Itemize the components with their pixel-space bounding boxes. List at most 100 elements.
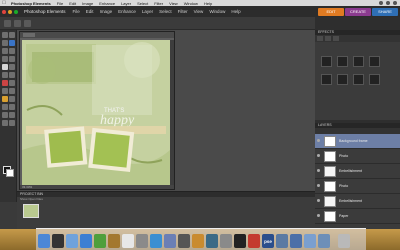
layer-row[interactable]: Paper bbox=[315, 209, 400, 224]
app-menu-item[interactable]: Enhance bbox=[115, 9, 139, 14]
effect-thumbnail[interactable] bbox=[353, 56, 364, 67]
app-menu-item[interactable]: Edit bbox=[83, 9, 97, 14]
pencil-tool-icon[interactable] bbox=[2, 96, 8, 102]
app-menu-item[interactable]: Layer bbox=[139, 9, 156, 14]
itunes-icon[interactable] bbox=[150, 234, 162, 248]
mac-menu-item[interactable]: File bbox=[54, 1, 66, 6]
effect-thumbnail[interactable] bbox=[337, 74, 348, 85]
layer-row[interactable]: Photo bbox=[315, 179, 400, 194]
visibility-eye-icon[interactable] bbox=[317, 199, 320, 202]
garageband-icon[interactable] bbox=[192, 234, 204, 248]
ichat-icon[interactable] bbox=[94, 234, 106, 248]
zoom-button[interactable] bbox=[14, 9, 18, 14]
background-color-swatch[interactable] bbox=[6, 169, 14, 177]
mode-tab-create[interactable]: CREATE bbox=[345, 7, 371, 16]
quick-selection-tool-icon[interactable] bbox=[9, 56, 15, 62]
app-menu-item[interactable]: Image bbox=[97, 9, 116, 14]
type-tool-icon[interactable] bbox=[2, 64, 8, 70]
mac-menu-item[interactable]: View bbox=[166, 1, 181, 6]
visibility-eye-icon[interactable] bbox=[317, 154, 320, 157]
safari-icon[interactable] bbox=[80, 234, 92, 248]
blur-tool-icon[interactable] bbox=[2, 120, 8, 126]
mac-menu-item[interactable]: Photoshop Elements bbox=[8, 1, 54, 6]
mac-menu-item[interactable]: Image bbox=[79, 1, 96, 6]
photo-effects-category-icon[interactable] bbox=[333, 36, 339, 41]
eraser-tool-icon[interactable] bbox=[9, 88, 15, 94]
document-tab[interactable] bbox=[23, 33, 35, 37]
effect-thumbnail[interactable] bbox=[369, 74, 380, 85]
folder-icon[interactable] bbox=[304, 234, 316, 248]
visibility-eye-icon[interactable] bbox=[317, 139, 320, 142]
visibility-eye-icon[interactable] bbox=[317, 169, 320, 172]
downloads-icon[interactable] bbox=[318, 234, 330, 248]
clone-stamp-tool-icon[interactable] bbox=[2, 88, 8, 94]
vertical-scrollbar[interactable] bbox=[170, 40, 174, 186]
red-eye-tool-icon[interactable] bbox=[2, 80, 8, 86]
move-tool-icon[interactable] bbox=[2, 32, 8, 38]
brush-tool-icon[interactable] bbox=[9, 96, 15, 102]
app-blue-icon[interactable] bbox=[290, 234, 302, 248]
photoshop-elements-icon[interactable]: pse bbox=[262, 234, 274, 248]
filters-category-icon[interactable] bbox=[317, 36, 323, 41]
effect-thumbnail[interactable] bbox=[321, 56, 332, 67]
app-menu-item[interactable]: Select bbox=[156, 9, 175, 14]
tool-option-icon[interactable] bbox=[14, 20, 21, 27]
terminal-icon[interactable] bbox=[234, 234, 246, 248]
mac-menu-item[interactable]: Edit bbox=[66, 1, 79, 6]
document-canvas[interactable]: THAT'S happy bbox=[22, 40, 170, 186]
spotlight-icon[interactable] bbox=[393, 1, 397, 5]
time-machine-icon[interactable] bbox=[206, 234, 218, 248]
system-preferences-icon[interactable] bbox=[220, 234, 232, 248]
effect-thumbnail[interactable] bbox=[369, 56, 380, 67]
open-file-thumbnail[interactable] bbox=[23, 204, 39, 218]
preview-icon[interactable] bbox=[136, 234, 148, 248]
finder-icon[interactable] bbox=[38, 234, 50, 248]
layer-row[interactable]: Embellishment bbox=[315, 194, 400, 209]
mac-menu-item[interactable]: Layer bbox=[118, 1, 134, 6]
sponge-tool-icon[interactable] bbox=[9, 120, 15, 126]
visibility-eye-icon[interactable] bbox=[317, 214, 320, 217]
eyedropper-tool-icon[interactable] bbox=[9, 40, 15, 46]
crop-tool-icon[interactable] bbox=[9, 64, 15, 70]
layer-row[interactable]: Photo bbox=[315, 149, 400, 164]
ical-icon[interactable] bbox=[122, 234, 134, 248]
app-menu-item[interactable]: Help bbox=[228, 9, 243, 14]
paint-bucket-tool-icon[interactable] bbox=[9, 104, 15, 110]
dashboard-icon[interactable] bbox=[52, 234, 64, 248]
preview-2-icon[interactable] bbox=[276, 234, 288, 248]
layer-styles-category-icon[interactable] bbox=[325, 36, 331, 41]
tool-option-icon[interactable] bbox=[24, 20, 31, 27]
app-menu-item[interactable]: Filter bbox=[175, 9, 191, 14]
app-menu-item[interactable]: View bbox=[191, 9, 207, 14]
trash-icon[interactable] bbox=[338, 234, 350, 248]
app-menu-item[interactable]: Window bbox=[206, 9, 228, 14]
mac-menu-item[interactable]: Select bbox=[134, 1, 151, 6]
imovie-icon[interactable] bbox=[178, 234, 190, 248]
shape-tool-icon[interactable] bbox=[9, 112, 15, 118]
wifi-icon[interactable] bbox=[379, 1, 383, 5]
mac-menu-item[interactable]: Filter bbox=[151, 1, 166, 6]
magic-wand-tool-icon[interactable] bbox=[2, 56, 8, 62]
mode-tab-share[interactable]: SHARE bbox=[372, 7, 398, 16]
address-book-icon[interactable] bbox=[108, 234, 120, 248]
gradient-tool-icon[interactable] bbox=[2, 112, 8, 118]
mac-menu-item[interactable]: Help bbox=[201, 1, 215, 6]
visibility-eye-icon[interactable] bbox=[317, 184, 320, 187]
project-bin-filter[interactable]: Show Open Files bbox=[17, 197, 315, 201]
iphoto-icon[interactable] bbox=[164, 234, 176, 248]
smart-brush-tool-icon[interactable] bbox=[2, 104, 8, 110]
mac-menu-item[interactable]: Window bbox=[181, 1, 201, 6]
effect-thumbnail[interactable] bbox=[321, 74, 332, 85]
layer-row[interactable]: Embellishment bbox=[315, 164, 400, 179]
pdf-icon[interactable] bbox=[248, 234, 260, 248]
minimize-button[interactable] bbox=[8, 9, 12, 14]
marquee-tool-icon[interactable] bbox=[2, 48, 8, 54]
close-button[interactable] bbox=[2, 9, 6, 14]
cookie-cutter-tool-icon[interactable] bbox=[2, 72, 8, 78]
layer-row[interactable]: Background frame bbox=[315, 134, 400, 149]
straighten-tool-icon[interactable] bbox=[9, 72, 15, 78]
lasso-tool-icon[interactable] bbox=[9, 48, 15, 54]
effect-thumbnail[interactable] bbox=[353, 74, 364, 85]
mail-icon[interactable] bbox=[66, 234, 78, 248]
effect-thumbnail[interactable] bbox=[337, 56, 348, 67]
